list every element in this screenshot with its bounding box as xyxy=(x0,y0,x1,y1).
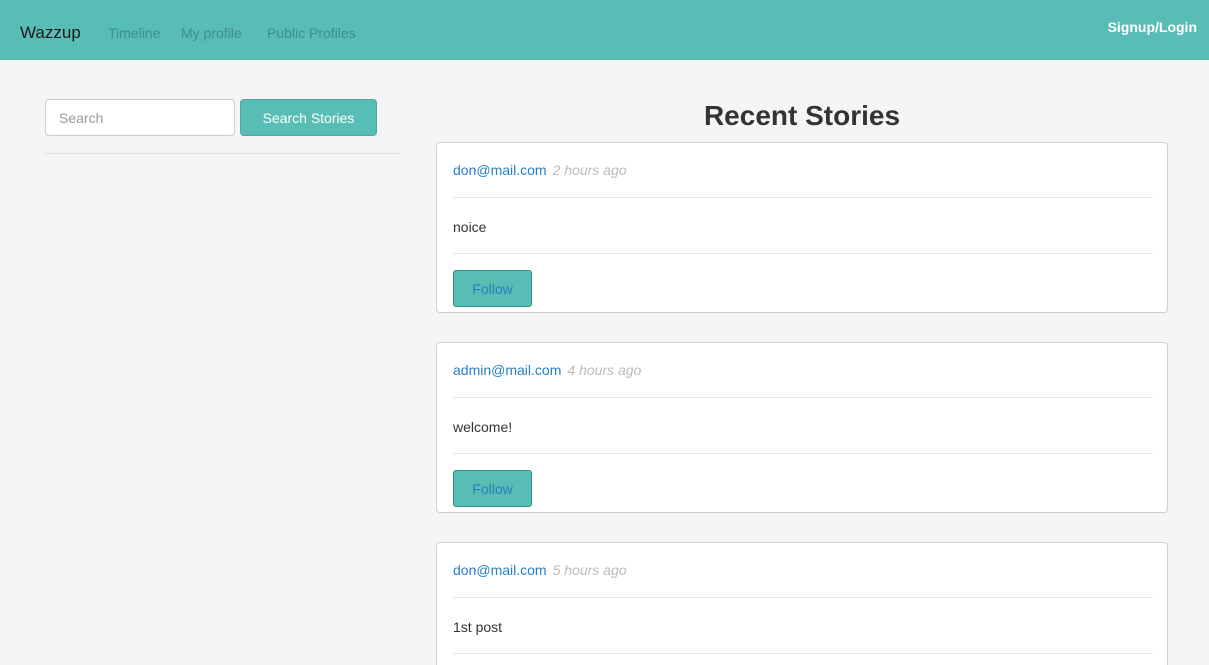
story-divider xyxy=(453,597,1153,598)
nav-link-public-profiles[interactable]: Public Profiles xyxy=(267,25,356,41)
sidebar-divider xyxy=(45,153,401,154)
story-header: don@mail.com 2 hours ago xyxy=(453,162,627,178)
follow-button[interactable]: Follow xyxy=(453,470,532,507)
nav-link-my-profile[interactable]: My profile xyxy=(181,25,242,41)
nav-link-timeline[interactable]: Timeline xyxy=(108,25,160,41)
story-body: welcome! xyxy=(453,419,513,435)
story-card: admin@mail.com 4 hours ago welcome! Follo… xyxy=(436,342,1168,513)
story-card: don@mail.com 2 hours ago noice Follow xyxy=(436,142,1168,313)
story-divider xyxy=(453,197,1153,198)
search-stories-button[interactable]: Search Stories xyxy=(240,99,377,136)
top-navbar: Wazzup Timeline My profile Public Profil… xyxy=(0,0,1209,60)
brand-link[interactable]: Wazzup xyxy=(20,23,81,43)
story-header: admin@mail.com 4 hours ago xyxy=(453,362,641,378)
story-author-link[interactable]: admin@mail.com xyxy=(453,362,561,378)
signup-login-link[interactable]: Signup/Login xyxy=(1108,19,1197,35)
story-timestamp: 2 hours ago xyxy=(552,162,627,178)
story-author-link[interactable]: don@mail.com xyxy=(453,562,547,578)
story-divider xyxy=(453,397,1153,398)
story-card: don@mail.com 5 hours ago 1st post xyxy=(436,542,1168,665)
story-divider xyxy=(453,253,1153,254)
story-divider xyxy=(453,653,1153,654)
story-author-link[interactable]: don@mail.com xyxy=(453,162,547,178)
story-timestamp: 5 hours ago xyxy=(552,562,627,578)
follow-button[interactable]: Follow xyxy=(453,270,532,307)
story-body: 1st post xyxy=(453,619,503,635)
story-timestamp: 4 hours ago xyxy=(567,362,642,378)
search-input[interactable] xyxy=(45,99,235,136)
story-divider xyxy=(453,453,1153,454)
story-body: noice xyxy=(453,219,487,235)
page-title: Recent Stories xyxy=(703,100,901,131)
story-header: don@mail.com 5 hours ago xyxy=(453,562,627,578)
